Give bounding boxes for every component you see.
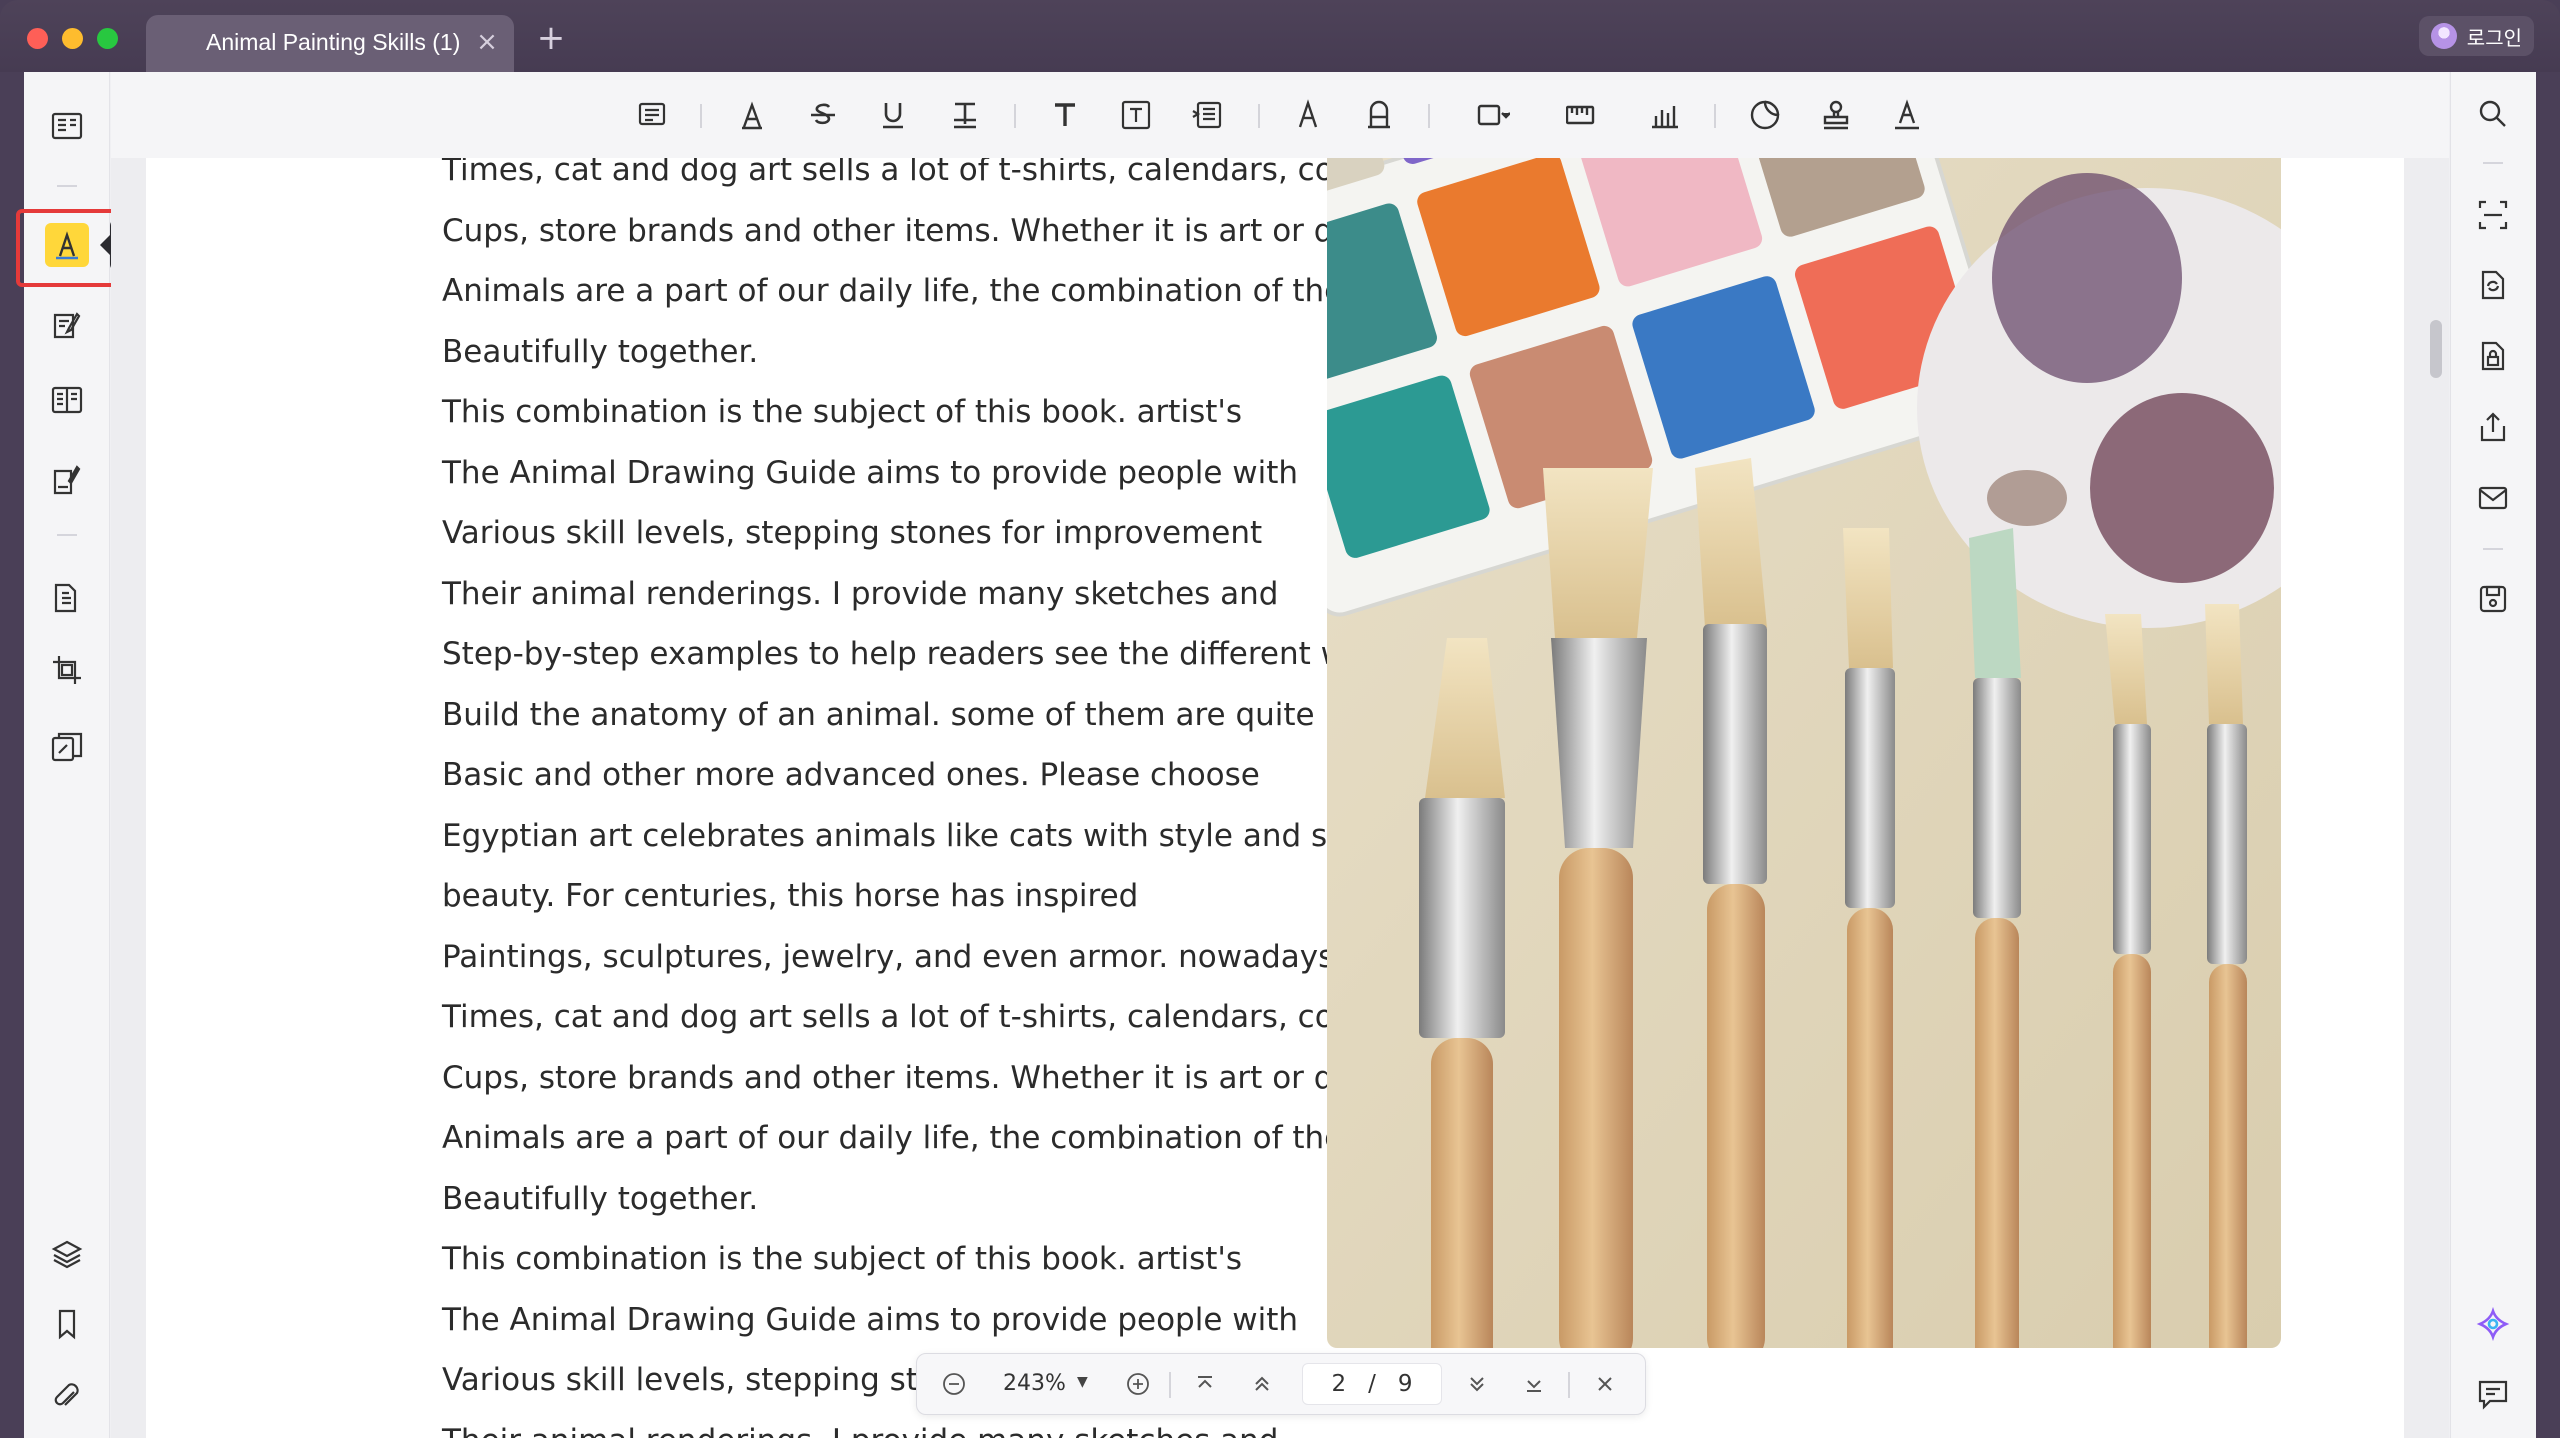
total-pages: 9 [1397,1371,1413,1397]
edit-icon[interactable] [45,304,89,348]
nav-separator [1568,1372,1570,1398]
search-icon[interactable] [2471,92,2515,136]
text-line: This combination is the subject of this … [442,1241,1243,1277]
text-line: Cups, store brands and other items. Whet… [442,1059,1456,1096]
zoom-level[interactable]: 243% [1003,1371,1066,1396]
fill-sign-icon[interactable] [45,458,89,502]
login-label: 로그인 [2466,25,2522,50]
text-line: Paintings, sculptures, jewelry, and even… [442,938,1335,975]
sidebar-separator [57,185,77,187]
zoom-out-icon[interactable] [937,1367,971,1401]
text-line: Times, cat and dog art sells a lot of t-… [442,158,1394,188]
note-icon[interactable] [629,92,675,138]
convert-icon[interactable] [2471,263,2515,307]
avatar-icon [2430,23,2457,49]
save-icon[interactable] [2471,577,2515,621]
bookmark-icon[interactable] [45,1302,89,1346]
page-separator: / [1368,1371,1376,1397]
email-icon[interactable] [2471,476,2515,520]
text-line: beauty. For centuries, this horse has in… [442,878,1139,914]
text-line: The Animal Drawing Guide aims to provide… [442,1301,1299,1338]
zoom-in-icon[interactable] [1121,1367,1155,1401]
maximize-window-button[interactable] [97,28,118,49]
layers-icon[interactable] [45,1232,89,1276]
comment-toolbar [111,72,2449,158]
eraser-icon[interactable] [1356,92,1402,138]
text-box-icon[interactable] [1113,92,1159,138]
last-page-icon[interactable] [1517,1367,1551,1401]
text-line: Egyptian art celebrates animals like cat… [442,817,1386,854]
current-page: 2 [1331,1371,1347,1397]
text-line: The Animal Drawing Guide aims to provide… [442,454,1299,491]
close-window-button[interactable] [27,28,48,49]
text-line: Beautifully together. [442,333,759,370]
new-tab-icon[interactable]: + [536,21,566,55]
reader-icon[interactable] [45,104,89,148]
title-bar: Animal Painting Skills (1) × + 로그인 [0,0,2560,72]
sidebar-separator [57,534,77,536]
text-line: This combination is the subject of this … [442,394,1243,430]
text-line: Build the anatomy of an animal. some of … [442,696,1315,733]
text-line: Basic and other more advanced ones. Plea… [442,757,1260,793]
stamp-icon[interactable] [1813,92,1859,138]
replace-text-icon[interactable] [942,92,988,138]
zoom-dropdown-icon[interactable]: ▼ [1077,1374,1088,1390]
organize-pages-icon[interactable] [45,576,89,620]
close-navigation-icon[interactable] [1588,1367,1622,1401]
login-button[interactable]: 로그인 [2418,16,2534,56]
protect-icon[interactable] [2471,334,2515,378]
text-line: Animals are a part of our daily life, th… [442,273,1410,309]
page-navigation-bar: 243% ▼ 2 / 9 [916,1353,1646,1415]
underline-icon[interactable] [870,92,916,138]
measure-icon[interactable] [1560,92,1606,138]
toolbar-separator [700,104,702,128]
text-line: Step-by-step examples to help readers se… [442,636,1400,672]
close-tab-icon[interactable]: × [474,29,500,55]
shape-icon[interactable] [1470,92,1516,138]
text-line: Various skill levels, stepping stones fo… [442,515,1263,551]
attachment-icon[interactable] [45,1374,89,1418]
page-text: Times, cat and dog art sells a lot of t-… [442,158,1456,1438]
text-line: Animals are a part of our daily life, th… [442,1120,1410,1156]
sidebar-separator [2483,162,2503,164]
signature-icon[interactable] [1884,92,1930,138]
next-page-icon[interactable] [1460,1367,1494,1401]
toolbar-separator [1014,104,1016,128]
toolbar-separator [1258,104,1260,128]
document-tab[interactable]: Animal Painting Skills (1) × [146,15,514,72]
page-number-field[interactable]: 2 / 9 [1302,1363,1442,1405]
text-line: Their animal renderings. I provide many … [442,575,1279,612]
tab-title: Animal Painting Skills (1) [206,29,461,55]
chart-icon[interactable] [1642,92,1688,138]
crop-icon[interactable] [45,648,89,692]
text-callout-icon[interactable] [1184,92,1230,138]
paint-brushes-photo [1327,158,2281,1348]
toolbar-separator [1428,104,1430,128]
previous-page-icon[interactable] [1245,1367,1279,1401]
text-line: Times, cat and dog art sells a lot of t-… [442,999,1394,1035]
share-icon[interactable] [2471,405,2515,449]
comments-panel-icon[interactable] [2471,1372,2515,1416]
ai-assistant-icon[interactable] [2471,1302,2515,1346]
nav-separator [1169,1372,1171,1398]
strikethrough-icon[interactable] [800,92,846,138]
sticker-icon[interactable] [1742,92,1788,138]
form-icon[interactable] [45,378,89,422]
vertical-scrollbar[interactable] [2430,320,2442,378]
highlight-icon[interactable] [729,92,775,138]
sidebar-separator [2483,548,2503,550]
pencil-icon[interactable] [1285,92,1331,138]
minimize-window-button[interactable] [62,28,83,49]
first-page-icon[interactable] [1188,1367,1222,1401]
page-tools-icon[interactable] [45,725,89,769]
text-line: Cups, store brands and other items. Whet… [442,212,1456,249]
toolbar-separator [1714,104,1716,128]
text-line: Beautifully together. [442,1180,759,1217]
tooltip-arrow [100,235,110,255]
ocr-icon[interactable] [2471,193,2515,237]
text-icon[interactable] [1042,92,1088,138]
